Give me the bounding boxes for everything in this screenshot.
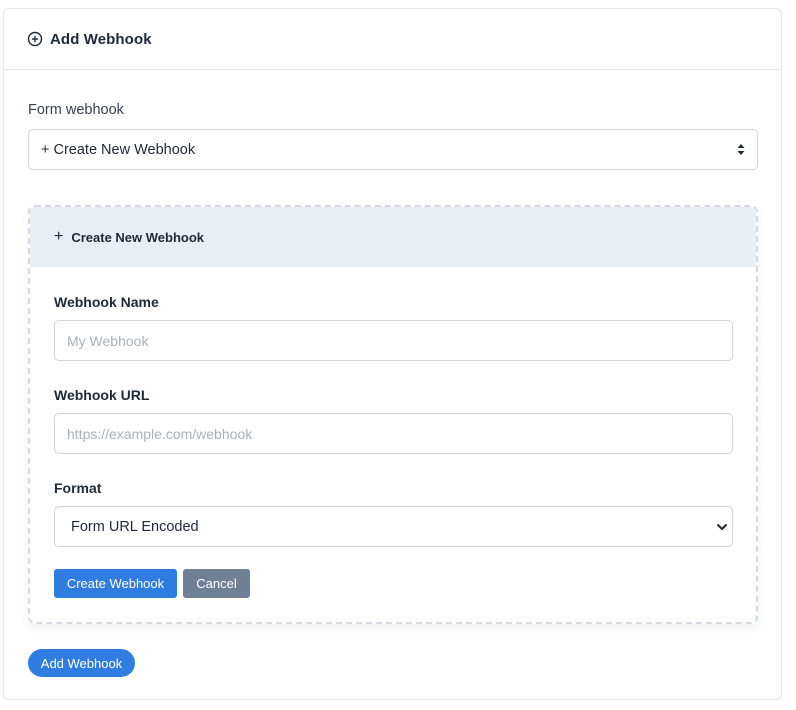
- form-webhook-label: Form webhook: [28, 102, 124, 118]
- webhook-name-label: Webhook Name: [54, 294, 159, 310]
- webhook-url-label: Webhook URL: [54, 387, 150, 403]
- form-webhook-select[interactable]: + Create New Webhook: [28, 129, 758, 170]
- select-updown-icon: [737, 143, 745, 156]
- form-webhook-select-value: + Create New Webhook: [41, 141, 196, 158]
- cancel-button[interactable]: Cancel: [183, 569, 250, 598]
- format-label: Format: [54, 480, 102, 496]
- webhook-url-input[interactable]: [54, 413, 733, 454]
- create-webhook-panel-header: + Create New Webhook: [30, 207, 756, 267]
- create-webhook-panel: + Create New Webhook Webhook Name Webhoo…: [28, 205, 758, 624]
- add-webhook-button[interactable]: Add Webhook: [28, 649, 135, 677]
- create-webhook-button[interactable]: Create Webhook: [54, 569, 177, 598]
- format-select-value: Form URL Encoded: [71, 518, 199, 535]
- chevron-down-icon: [716, 521, 728, 533]
- card-title: Add Webhook: [50, 30, 152, 48]
- format-select[interactable]: Form URL Encoded: [54, 506, 733, 547]
- add-webhook-card: Add Webhook Form webhook + Create New We…: [3, 8, 782, 700]
- card-header: Add Webhook: [4, 9, 781, 70]
- create-webhook-panel-title: Create New Webhook: [71, 229, 205, 245]
- webhook-name-input[interactable]: [54, 320, 733, 361]
- plus-icon: +: [54, 228, 64, 245]
- plus-circle-icon: [27, 31, 43, 47]
